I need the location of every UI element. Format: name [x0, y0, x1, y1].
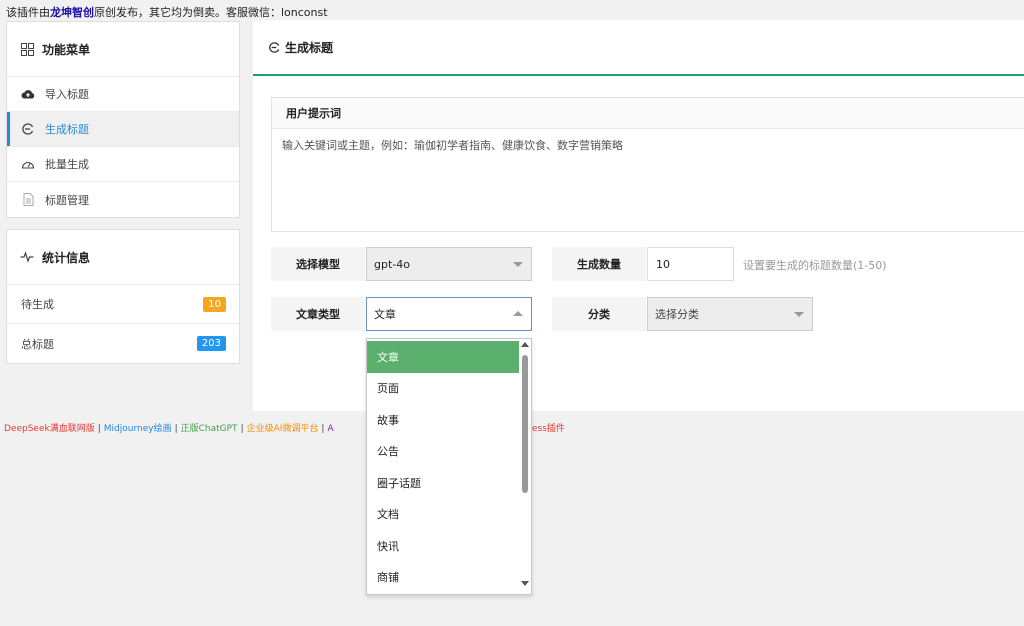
model-label: 选择模型 [271, 247, 365, 281]
sidebar-item-batch[interactable]: 批量生成 [7, 147, 239, 182]
stat-pending: 待生成 10 [7, 285, 239, 324]
prompt-panel: 用户提示词 [271, 97, 1024, 232]
promo-link[interactable]: A [327, 424, 333, 434]
status-badge: 10 [203, 296, 226, 312]
type-dropdown-list: 文章 页面 故事 公告 圈子话题 文档 快讯 商铺 [366, 338, 532, 595]
dropdown-option[interactable]: 快讯 [367, 530, 519, 562]
type-label: 文章类型 [271, 297, 365, 331]
gauge-icon [21, 157, 35, 171]
sidebar-item-label: 导入标题 [45, 88, 89, 101]
count-hint: 设置要生成的标题数量(1-50) [743, 259, 887, 272]
promo-link[interactable]: 正版ChatGPT [181, 424, 238, 434]
chevron-up-icon [513, 311, 523, 316]
stat-label: 待生成 [21, 298, 54, 311]
brand-link[interactable]: 龙坤智创 [50, 6, 94, 19]
sidebar-item-import[interactable]: 导入标题 [7, 77, 239, 112]
type-select[interactable]: 文章 [366, 297, 532, 331]
cloud-upload-icon [21, 87, 35, 101]
chevron-down-icon [513, 262, 523, 267]
stat-label: 总标题 [21, 337, 54, 351]
dropdown-option[interactable]: 故事 [367, 404, 519, 436]
stats-header: 统计信息 [7, 230, 239, 285]
promo-links: DeepSeek满血联网版 | Midjourney绘画 | 正版ChatGPT | 企业级… [4, 424, 334, 434]
status-badge: 203 [196, 336, 226, 351]
refresh-icon [267, 40, 281, 54]
sidebar-item-label: 批量生成 [45, 158, 89, 171]
stats-title: 统计信息 [42, 250, 91, 265]
dropdown-option[interactable]: 圈子话题 [367, 467, 519, 499]
promo-link[interactable]: ess插件 [532, 424, 565, 434]
page-title: 生成标题 [285, 40, 334, 55]
category-label: 分类 [552, 297, 646, 331]
prompt-label: 用户提示词 [272, 98, 1024, 129]
dropdown-option[interactable]: 页面 [367, 373, 519, 405]
dropdown-option[interactable]: 商铺 [367, 562, 519, 594]
scroll-down-arrow-icon[interactable] [521, 581, 529, 586]
promo-link[interactable]: 企业级AI微调平台 [247, 424, 319, 434]
dropdown-option[interactable]: 文档 [367, 499, 519, 531]
sidebar-item-label: 生成标题 [45, 123, 89, 136]
plugin-notice: 该插件由龙坤智创原创发布，其它均为倒卖。客服微信：lonconst [6, 4, 328, 20]
function-menu-card: 功能菜单 导入标题 生成标题 批量生成 标题管理 [6, 21, 240, 218]
type-select-value: 文章 [374, 308, 396, 321]
notice-prefix: 该插件由 [6, 6, 50, 19]
stat-total: 总标题 203 [7, 324, 239, 363]
dropdown-scrollbar[interactable] [519, 339, 531, 594]
sidebar-item-manage[interactable]: 标题管理 [7, 182, 239, 217]
dropdown-option-selected[interactable]: 文章 [367, 341, 519, 373]
prompt-textarea[interactable] [272, 129, 1024, 229]
promo-link[interactable]: DeepSeek满血联网版 [4, 424, 95, 434]
scroll-up-arrow-icon[interactable] [521, 342, 529, 347]
notice-suffix: 原创发布，其它均为倒卖。客服微信：lonconst [94, 6, 328, 19]
model-select[interactable]: gpt-4o [366, 247, 532, 281]
document-icon [21, 193, 35, 207]
category-select[interactable]: 选择分类 [647, 297, 813, 331]
refresh-icon [21, 122, 35, 136]
main-header: 生成标题 [253, 20, 1024, 76]
dropdown-option[interactable]: 公告 [367, 436, 519, 468]
count-label: 生成数量 [552, 247, 646, 281]
category-select-value: 选择分类 [655, 308, 699, 321]
sidebar-item-label: 标题管理 [45, 193, 89, 207]
count-input[interactable] [647, 247, 734, 281]
stats-card: 统计信息 待生成 10 总标题 203 [6, 229, 240, 364]
model-select-value: gpt-4o [374, 257, 410, 271]
promo-link[interactable]: Midjourney绘画 [104, 424, 172, 434]
pulse-icon [20, 250, 34, 264]
grid-icon [20, 42, 34, 56]
promo-link-tail: ess插件 [532, 421, 565, 434]
function-menu-title: 功能菜单 [42, 42, 91, 57]
function-menu-header: 功能菜单 [7, 22, 239, 77]
chevron-down-icon [794, 312, 804, 317]
sidebar-item-generate[interactable]: 生成标题 [7, 112, 239, 147]
scrollbar-thumb[interactable] [522, 355, 528, 493]
